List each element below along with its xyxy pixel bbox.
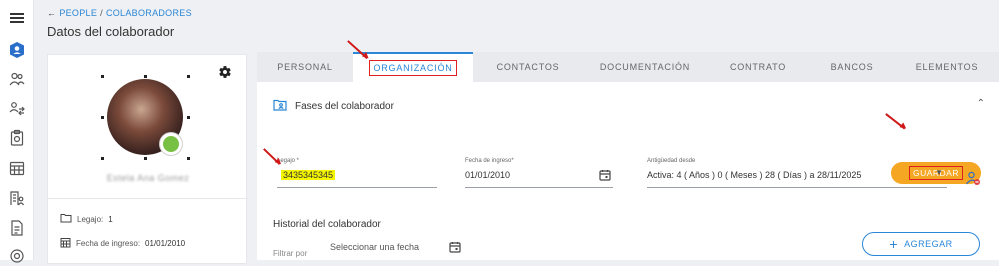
user-profile-icon[interactable] xyxy=(7,40,27,60)
legajo-value: 1 xyxy=(108,214,113,224)
tab-documentacion[interactable]: DOCUMENTACIÓN xyxy=(583,52,707,82)
tab-elementos[interactable]: ELEMENTOS xyxy=(895,52,999,82)
tab-contactos[interactable]: CONTACTOS xyxy=(473,52,583,82)
menu-icon[interactable] xyxy=(7,8,27,28)
info-legajo: Legajo: 1 xyxy=(60,213,113,225)
page-title: Datos del colaborador xyxy=(47,24,175,39)
sidebar xyxy=(0,0,34,263)
fecha-ingreso-field[interactable]: Fecha de ingreso* 01/01/2010 xyxy=(465,158,613,188)
date-filter-input[interactable]: Seleccionar una fecha xyxy=(330,242,419,252)
calendar-icon[interactable] xyxy=(599,168,611,186)
section-title: Fases del colaborador xyxy=(295,101,394,112)
antiguedad-select[interactable]: Antigüedad desde Activa: 4 ( Años ) 0 ( … xyxy=(647,158,947,188)
info-ingreso: Fecha de ingreso: 01/01/2010 xyxy=(60,237,185,250)
user-name: Estela Ana Gomez xyxy=(106,173,190,183)
caret-down-icon[interactable]: ▼ xyxy=(935,168,943,177)
main-panel: PERSONAL ORGANIZACIÓN CONTACTOS DOCUMENT… xyxy=(257,52,999,260)
calendar-icon xyxy=(60,237,71,250)
chevron-up-icon[interactable]: ⌃ xyxy=(977,98,985,109)
section-header: Fases del colaborador xyxy=(273,98,394,115)
plus-icon: + xyxy=(889,236,899,252)
remove-user-icon[interactable] xyxy=(965,170,981,191)
legajo-field[interactable]: Legajo * 3435345345 xyxy=(277,158,437,188)
calendar-icon[interactable] xyxy=(449,240,461,258)
document-icon[interactable] xyxy=(7,218,27,238)
page-header: ← PEOPLE / COLABORADORES Datos del colab… xyxy=(47,8,192,39)
profile-card: Estela Ana Gomez Legajo: 1 Fecha de ingr… xyxy=(47,54,248,264)
people-icon[interactable] xyxy=(7,69,27,89)
clipboard-icon[interactable] xyxy=(7,128,27,148)
fecha-ingreso-value[interactable]: 01/01/2010 xyxy=(465,170,510,180)
date-filter-placeholder: Seleccionar una fecha xyxy=(330,242,420,252)
breadcrumb-people-link[interactable]: PEOPLE xyxy=(59,8,97,18)
tab-organizacion[interactable]: ORGANIZACIÓN xyxy=(353,52,473,82)
tab-contrato[interactable]: CONTRATO xyxy=(707,52,809,82)
building-user-icon[interactable] xyxy=(7,188,27,208)
gear-icon[interactable] xyxy=(218,65,232,84)
antiguedad-value: Activa: 4 ( Años ) 0 ( Meses ) 28 ( Días… xyxy=(647,170,862,180)
folder-icon xyxy=(60,213,72,225)
add-label: AGREGAR xyxy=(904,239,953,249)
breadcrumb-colaboradores-link[interactable]: COLABORADORES xyxy=(106,8,192,18)
add-button[interactable]: + AGREGAR xyxy=(862,232,980,256)
tab-personal[interactable]: PERSONAL xyxy=(257,52,353,82)
breadcrumb-separator: / xyxy=(100,8,103,18)
people-exchange-icon[interactable] xyxy=(7,98,27,118)
arrow-left-icon[interactable]: ← xyxy=(47,8,56,18)
ingreso-label: Fecha de ingreso: xyxy=(76,239,141,248)
legajo-label: Legajo: xyxy=(77,214,104,224)
ingreso-value: 01/01/2010 xyxy=(145,239,186,248)
tab-content: Fases del colaborador ⌃ GUARDAR Legajo *… xyxy=(257,82,999,260)
status-indicator xyxy=(160,133,182,155)
tab-bancos[interactable]: BANCOS xyxy=(809,52,895,82)
filter-label: Filtrar por xyxy=(273,249,308,258)
breadcrumb: ← PEOPLE / COLABORADORES xyxy=(47,8,192,18)
legajo-field-value[interactable]: 3435345345 xyxy=(281,170,336,180)
calendar-grid-icon[interactable] xyxy=(7,158,27,178)
antiguedad-label: Antigüedad desde xyxy=(647,158,696,164)
history-title: Historial del colaborador xyxy=(273,219,381,230)
user-folder-icon xyxy=(273,98,287,115)
fecha-ingreso-label: Fecha de ingreso* xyxy=(465,158,514,164)
settings-icon[interactable] xyxy=(7,246,27,266)
divider xyxy=(48,198,248,199)
